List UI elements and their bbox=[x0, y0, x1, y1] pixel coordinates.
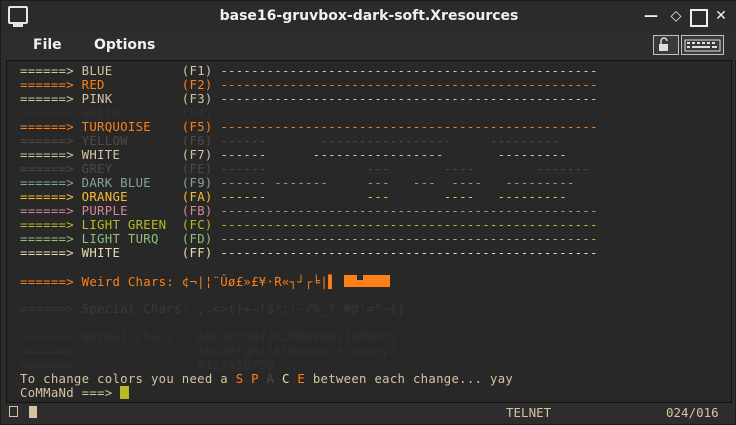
terminal-text: ORANGE (FA) bbox=[81, 190, 221, 204]
terminal-text: ======> abcdefghijklmnopqrstuvwxyz bbox=[20, 344, 398, 358]
menu-file[interactable]: File bbox=[33, 37, 62, 53]
terminal-text: ----------------------------------------… bbox=[220, 218, 598, 232]
terminal-text: ======> GREEN (F4) ---------------------… bbox=[20, 106, 598, 120]
status-position: 024/016 bbox=[666, 405, 719, 420]
status-mode: TELNET bbox=[506, 405, 552, 420]
terminal-line: ======> RED (F2) -----------------------… bbox=[20, 78, 598, 92]
terminal-text: ======> bbox=[20, 148, 82, 162]
terminal-text: ------ --- ---- --------- bbox=[220, 190, 567, 204]
terminal-text: ======> bbox=[20, 246, 82, 260]
terminal-text: ======> Special Chars: ,.<>()+-!$*;:-/%_… bbox=[20, 302, 406, 316]
terminal-text: ----------------------------------------… bbox=[220, 246, 598, 260]
maximize-icon[interactable]: ◇ bbox=[667, 7, 685, 25]
terminal-line: ======> GREEN (F4) ---------------------… bbox=[20, 106, 598, 120]
terminal-text: ======> bbox=[20, 190, 82, 204]
status-cursor-icon bbox=[29, 406, 37, 418]
terminal-text: DARK BLUE (F9) bbox=[81, 176, 221, 190]
terminal-text: ======> bbox=[20, 78, 82, 92]
terminal-line: ======> BLUE (F1) ----------------------… bbox=[20, 64, 598, 78]
terminal-text: ----------------------------------------… bbox=[220, 232, 598, 246]
terminal-line: ======> TURQUOISE (F5) -----------------… bbox=[20, 120, 598, 134]
terminal-text: ======> bbox=[20, 92, 82, 106]
terminal-line: To change colors you need a S P A C E be… bbox=[20, 372, 513, 386]
terminal-text: ======> bbox=[20, 120, 82, 134]
terminal-text: CoMMaNd ===> bbox=[20, 386, 121, 400]
block-glyphs bbox=[343, 274, 390, 291]
terminal-text: ----------------------------------------… bbox=[220, 204, 598, 218]
terminal-text: C bbox=[281, 372, 298, 386]
terminal-line: ======> LIGHT TURQ (FD) ----------------… bbox=[20, 232, 598, 246]
terminal-cursor bbox=[120, 386, 130, 399]
terminal-text: LIGHT GREEN (FC) bbox=[81, 218, 221, 232]
keyboard-icon bbox=[684, 39, 721, 52]
menu-options[interactable]: Options bbox=[94, 37, 155, 53]
terminal-line: ======> DARK BLUE (F9) ------ ------- --… bbox=[20, 176, 575, 190]
keyboard-button[interactable] bbox=[681, 35, 724, 55]
terminal-line: ======> LIGHT GREEN (FC) ---------------… bbox=[20, 218, 598, 232]
terminal-line: ======> abcdefghijklmnopqrstuvwxyz bbox=[20, 344, 397, 358]
keyboard-lock-button[interactable] bbox=[653, 35, 679, 55]
terminal-text: To change colors you need a bbox=[20, 372, 236, 386]
terminal-text: LIGHT TURQ (FD) bbox=[81, 232, 221, 246]
terminal-line: ======> PINK (F3) ----------------------… bbox=[20, 92, 598, 106]
terminal-text: WHITE (F7) bbox=[81, 148, 221, 162]
terminal-text: ------ ------- --- --- ---- --------- bbox=[220, 176, 575, 190]
terminal-window: base16-gruvbox-dark-soft.Xresources — ◇ … bbox=[0, 0, 736, 425]
status-bar: TELNET 024/016 bbox=[6, 403, 732, 422]
terminal-text: ======> YELLOW (F6) ------ -------------… bbox=[20, 134, 560, 148]
window-title: base16-gruvbox-dark-soft.Xresources bbox=[219, 8, 519, 24]
terminal-line: ======> Normal Chars: ABCDEFGHIJKLMNOPQR… bbox=[20, 330, 397, 344]
terminal-text: TURQUOISE (F5) bbox=[81, 120, 221, 134]
terminal-text: A bbox=[266, 372, 282, 386]
terminal-text: ----------------------------------------… bbox=[220, 64, 598, 78]
menu-bar: File Options bbox=[1, 32, 736, 60]
restore-icon[interactable] bbox=[690, 9, 708, 27]
terminal-text: ======> bbox=[20, 232, 82, 246]
terminal-line: ======> Weird Chars: ¢¬|¦¨Ûø£»£¥·R«┐┘┌╘|… bbox=[20, 274, 390, 291]
terminal-line: ======> ORANGE (FA) ------ --- ---- ----… bbox=[20, 190, 567, 204]
terminal-line: ======> 0123456789 bbox=[20, 358, 274, 372]
lock-icon bbox=[659, 37, 668, 51]
terminal-text: ======> 0123456789 bbox=[20, 358, 275, 372]
terminal-line: ======> WHITE (FF) ---------------------… bbox=[20, 246, 598, 260]
terminal-text: ------ ----------------- --------- bbox=[220, 148, 567, 162]
terminal-text: PINK (F3) bbox=[81, 92, 221, 106]
terminal-text: S bbox=[235, 372, 252, 386]
terminal-text: ----------------------------------------… bbox=[220, 78, 598, 92]
terminal-line: ======> YELLOW (F6) ------ -------------… bbox=[20, 134, 559, 148]
terminal-text: PURPLE (FB) bbox=[81, 204, 221, 218]
terminal-line: CoMMaNd ===> bbox=[20, 386, 130, 400]
terminal-text: ======> bbox=[20, 204, 82, 218]
terminal-text: ======> bbox=[20, 64, 82, 78]
title-bar: base16-gruvbox-dark-soft.Xresources — ◇ … bbox=[1, 1, 736, 32]
terminal-text: E bbox=[297, 372, 306, 386]
terminal-line: ======> Special Chars: ,.<>()+-!$*;:-/%_… bbox=[20, 302, 405, 316]
minimize-icon[interactable]: — bbox=[642, 7, 660, 25]
terminal-text: RED (F2) bbox=[81, 78, 221, 92]
terminal-text: BLUE (F1) bbox=[81, 64, 221, 78]
terminal-text: ======> bbox=[20, 176, 82, 190]
terminal-text: P bbox=[251, 372, 267, 386]
terminal-text: between each change... yay bbox=[305, 372, 514, 386]
terminal-text: ======> GREY (FE) ------ --- ---- ------… bbox=[20, 162, 591, 176]
terminal-line: ======> PURPLE (FB) --------------------… bbox=[20, 204, 598, 218]
close-icon[interactable]: ✕ bbox=[712, 7, 730, 25]
terminal-text: ======> bbox=[20, 218, 82, 232]
terminal-text: ----------------------------------------… bbox=[220, 120, 598, 134]
terminal-text: WHITE (FF) bbox=[81, 246, 221, 260]
terminal-text: ======> Normal Chars: ABCDEFGHIJKLMNOPQR… bbox=[20, 330, 398, 344]
terminal-line: ======> WHITE (F7) ------ --------------… bbox=[20, 148, 567, 162]
terminal-text: ======> Weird Chars: ¢¬|¦¨Ûø£»£¥·R«┐┘┌╘|… bbox=[20, 275, 344, 289]
connection-icon bbox=[9, 406, 18, 417]
terminal-line: ======> GREY (FE) ------ --- ---- ------… bbox=[20, 162, 590, 176]
terminal-screen[interactable]: ======> BLUE (F1) ----------------------… bbox=[6, 60, 732, 403]
terminal-text: ----------------------------------------… bbox=[220, 92, 598, 106]
